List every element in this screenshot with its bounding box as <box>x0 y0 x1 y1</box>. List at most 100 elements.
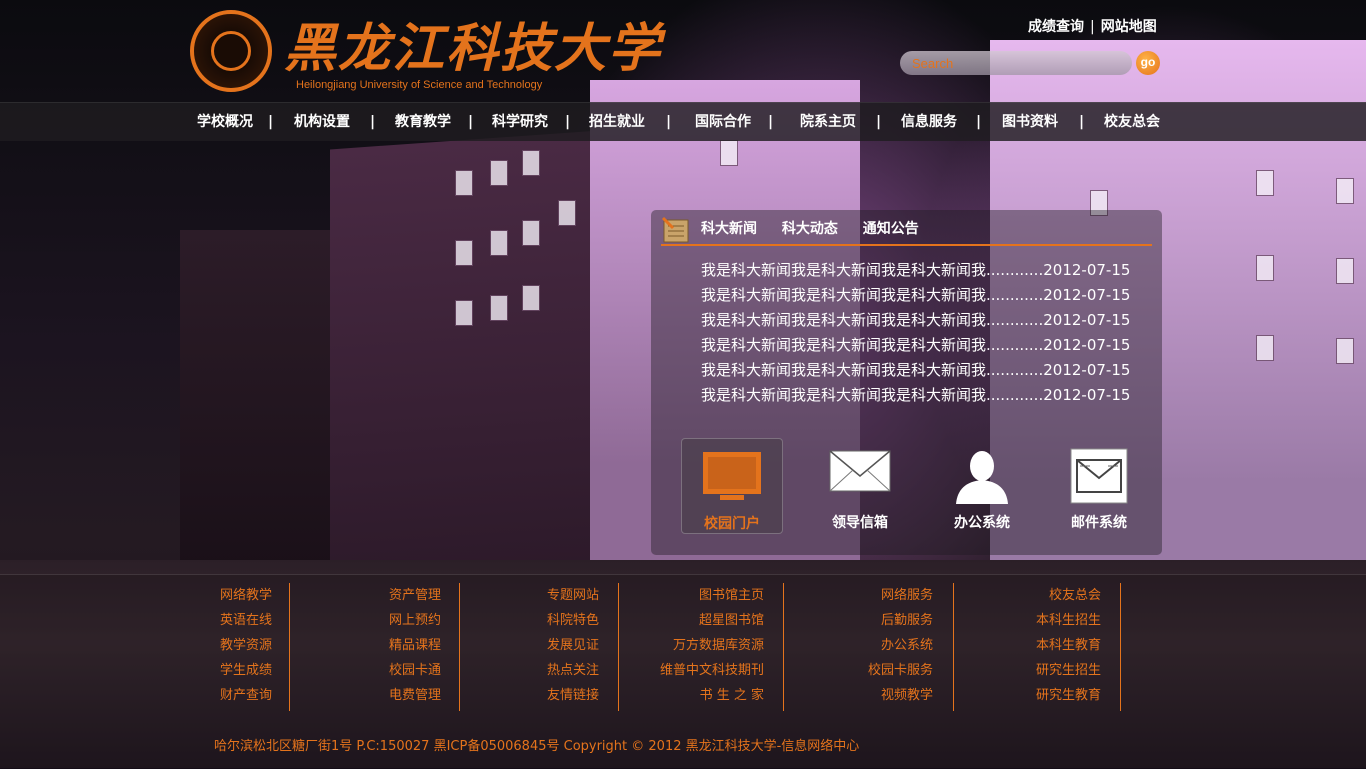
window <box>490 230 508 256</box>
nav-item-education[interactable]: 教育教学 <box>395 103 451 141</box>
news-date: 2012-07-15 <box>1043 386 1131 404</box>
footer-link[interactable]: 研究生招生 <box>1000 658 1101 683</box>
nav-separator: | <box>768 114 774 130</box>
nav-item-international[interactable]: 国际合作 <box>695 103 751 141</box>
footer-link[interactable]: 校园卡通 <box>350 658 441 683</box>
window <box>490 295 508 321</box>
tab-notices[interactable]: 通知公告 <box>863 221 919 237</box>
footer-link[interactable]: 电费管理 <box>350 683 441 708</box>
news-title: 我是科大新闻我是科大新闻我是科大新闻我............ <box>701 336 1044 354</box>
footer-link[interactable]: 发展见证 <box>510 633 599 658</box>
footer-divider <box>783 583 784 711</box>
notebook-icon <box>661 216 689 243</box>
footer-link[interactable]: 书 生 之 家 <box>630 683 764 708</box>
footer-link[interactable]: 学生成绩 <box>190 658 272 683</box>
footer-link[interactable]: 万方数据库资源 <box>630 633 764 658</box>
footer-link[interactable]: 资产管理 <box>350 583 441 608</box>
search-input[interactable] <box>900 51 1132 75</box>
search-go-button[interactable]: go <box>1136 51 1160 75</box>
news-title: 我是科大新闻我是科大新闻我是科大新闻我............ <box>701 386 1044 404</box>
footer-link[interactable]: 本科生招生 <box>1000 608 1101 633</box>
news-tabs: 科大新闻 科大动态 通知公告 <box>701 218 939 238</box>
news-date: 2012-07-15 <box>1043 261 1131 279</box>
site-map-link[interactable]: 网站地图 <box>1101 16 1157 36</box>
quick-link-campus-portal[interactable]: 校园门户 <box>681 438 783 534</box>
footer-link[interactable]: 图书馆主页 <box>630 583 764 608</box>
footer-link[interactable]: 网上预约 <box>350 608 441 633</box>
news-divider <box>661 244 1152 246</box>
footer-divider <box>618 583 619 711</box>
nav-item-departments[interactable]: 院系主页 <box>800 103 856 141</box>
news-item[interactable]: 我是科大新闻我是科大新闻我是科大新闻我............ 2012-07-1… <box>701 308 1151 333</box>
main-nav: 学校概况 | 机构设置 | 教育教学 | 科学研究 | 招生就业 | 国际合作 … <box>0 102 1366 141</box>
nav-separator: | <box>1079 114 1085 130</box>
news-title: 我是科大新闻我是科大新闻我是科大新闻我............ <box>701 261 1044 279</box>
footer-link[interactable]: 财产查询 <box>190 683 272 708</box>
footer-link[interactable]: 教学资源 <box>190 633 272 658</box>
news-date: 2012-07-15 <box>1043 361 1131 379</box>
window <box>522 220 540 246</box>
footer-link[interactable]: 校友总会 <box>1000 583 1101 608</box>
nav-item-admission[interactable]: 招生就业 <box>589 103 645 141</box>
footer: 网络教学 英语在线 教学资源 学生成绩 财产查询 资产管理 网上预约 精品课程 … <box>0 574 1366 769</box>
news-title: 我是科大新闻我是科大新闻我是科大新闻我............ <box>701 361 1044 379</box>
footer-link[interactable]: 热点关注 <box>510 658 599 683</box>
footer-link[interactable]: 超星图书馆 <box>630 608 764 633</box>
nav-separator: | <box>666 114 672 130</box>
nav-item-organization[interactable]: 机构设置 <box>294 103 350 141</box>
building-left <box>330 130 600 580</box>
news-item[interactable]: 我是科大新闻我是科大新闻我是科大新闻我............ 2012-07-1… <box>701 283 1151 308</box>
footer-link[interactable]: 办公系统 <box>830 633 933 658</box>
tab-university-updates[interactable]: 科大动态 <box>782 221 838 237</box>
copyright-text: 哈尔滨松北区糖厂街1号 P.C:150027 黑ICP备05006845号 Co… <box>214 739 860 754</box>
nav-item-info-services[interactable]: 信息服务 <box>901 103 957 141</box>
footer-column: 网络服务 后勤服务 办公系统 校园卡服务 视频教学 <box>830 583 933 711</box>
quick-link-label: 领导信箱 <box>832 515 888 531</box>
quick-link-leader-mailbox[interactable]: 领导信箱 <box>809 438 911 534</box>
window <box>455 240 473 266</box>
window <box>1336 258 1354 284</box>
footer-column: 网络教学 英语在线 教学资源 学生成绩 财产查询 <box>190 583 272 711</box>
grade-query-link[interactable]: 成绩查询 <box>1028 16 1084 36</box>
footer-link[interactable]: 友情链接 <box>510 683 599 708</box>
footer-link[interactable]: 维普中文科技期刊 <box>630 658 764 683</box>
footer-link[interactable]: 网络服务 <box>830 583 933 608</box>
footer-link[interactable]: 精品课程 <box>350 633 441 658</box>
logo-chinese-name[interactable]: 黑龙江科技大学 <box>284 6 662 81</box>
logo-english-name[interactable]: Heilongjiang University of Science and T… <box>296 79 542 91</box>
footer-divider <box>953 583 954 711</box>
university-seal-icon[interactable] <box>190 10 272 92</box>
news-item[interactable]: 我是科大新闻我是科大新闻我是科大新闻我............ 2012-07-1… <box>701 258 1151 283</box>
news-item[interactable]: 我是科大新闻我是科大新闻我是科大新闻我............ 2012-07-1… <box>701 333 1151 358</box>
tab-university-news[interactable]: 科大新闻 <box>701 221 757 237</box>
footer-link[interactable]: 科院特色 <box>510 608 599 633</box>
search-bar: go <box>900 49 1162 77</box>
news-title: 我是科大新闻我是科大新闻我是科大新闻我............ <box>701 311 1044 329</box>
quick-link-mail-system[interactable]: 邮件系统 <box>1048 438 1150 534</box>
news-date: 2012-07-15 <box>1043 311 1131 329</box>
news-item[interactable]: 我是科大新闻我是科大新闻我是科大新闻我............ 2012-07-1… <box>701 383 1151 408</box>
top-links-separator: | <box>1090 19 1095 35</box>
envelope-icon <box>829 450 891 492</box>
news-item[interactable]: 我是科大新闻我是科大新闻我是科大新闻我............ 2012-07-1… <box>701 358 1151 383</box>
footer-link[interactable]: 后勤服务 <box>830 608 933 633</box>
nav-item-research[interactable]: 科学研究 <box>492 103 548 141</box>
footer-divider <box>289 583 290 711</box>
window <box>455 170 473 196</box>
footer-link[interactable]: 网络教学 <box>190 583 272 608</box>
nav-item-school-overview[interactable]: 学校概况 <box>197 103 253 141</box>
footer-link[interactable]: 英语在线 <box>190 608 272 633</box>
footer-link[interactable]: 校园卡服务 <box>830 658 933 683</box>
nav-separator: | <box>468 114 474 130</box>
footer-link[interactable]: 专题网站 <box>510 583 599 608</box>
footer-column: 资产管理 网上预约 精品课程 校园卡通 电费管理 <box>350 583 441 711</box>
mail-inbox-icon <box>1070 448 1128 504</box>
footer-link[interactable]: 视频教学 <box>830 683 933 708</box>
nav-item-library[interactable]: 图书资料 <box>1002 103 1058 141</box>
quick-link-office-system[interactable]: 办公系统 <box>931 438 1033 534</box>
nav-separator: | <box>268 114 274 130</box>
nav-item-alumni[interactable]: 校友总会 <box>1104 103 1160 141</box>
footer-link[interactable]: 研究生教育 <box>1000 683 1101 708</box>
news-title: 我是科大新闻我是科大新闻我是科大新闻我............ <box>701 286 1044 304</box>
footer-link[interactable]: 本科生教育 <box>1000 633 1101 658</box>
